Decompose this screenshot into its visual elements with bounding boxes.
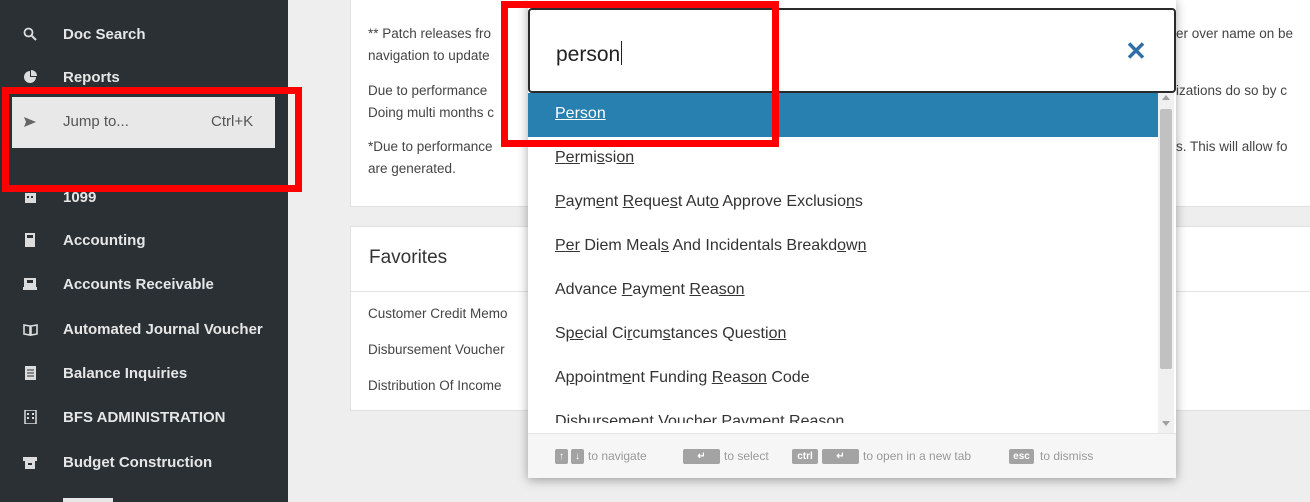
result-item[interactable]: Person xyxy=(528,93,1158,137)
sidebar-item-label: Accounts Receivable xyxy=(63,275,214,293)
result-label: Appointment Funding Reason Code xyxy=(555,369,810,386)
cabinet-icon xyxy=(22,454,38,470)
ledger-icon xyxy=(22,365,38,381)
sidebar-item-label: BFS ADMINISTRATION xyxy=(63,408,226,426)
search-icon xyxy=(22,26,38,42)
scrollbar-thumb[interactable] xyxy=(1160,109,1172,369)
jump-to-dialog: person ✕ Person Permission Payment Reque… xyxy=(528,0,1176,478)
jump-to-label: Jump to... xyxy=(63,113,129,130)
enter-key-icon: ↵ xyxy=(683,449,720,464)
search-input[interactable]: person ✕ xyxy=(528,8,1176,93)
hint-text: to select xyxy=(724,449,769,463)
favorite-link[interactable]: Customer Credit Memo xyxy=(368,306,508,321)
sidebar-item-label: 1099 xyxy=(63,188,97,206)
notice-text-right: izations do so by c xyxy=(1176,83,1288,98)
text-caret xyxy=(621,41,623,65)
calendar-icon xyxy=(22,189,38,205)
sidebar-item-label: Doc Search xyxy=(63,25,146,43)
ctrl-key-icon: ctrl xyxy=(792,449,818,464)
sidebar-item-accounts-receivable[interactable]: Accounts Receivable xyxy=(0,262,288,306)
close-icon[interactable]: ✕ xyxy=(1123,38,1149,64)
scroll-up-arrow-icon[interactable] xyxy=(1162,95,1170,100)
notice-text: *Due to performance xyxy=(368,139,493,154)
notice-text: ** Patch releases fro xyxy=(368,26,492,41)
keyboard-hints: ↑ ↓ to navigate ↵ to select ctrl ↵ to op… xyxy=(528,433,1176,478)
result-label: Payment Request Auto Approve Exclusions xyxy=(555,193,863,210)
favorite-link[interactable]: Distribution Of Income xyxy=(368,378,502,393)
jump-to-shortcut: Ctrl+K xyxy=(211,113,254,130)
hint-text: to dismiss xyxy=(1040,449,1094,463)
result-item[interactable]: Per Diem Meals And Incidentals Breakdown xyxy=(528,225,1158,269)
up-arrow-key-icon: ↑ xyxy=(555,449,568,464)
sidebar-item-label: Accounting xyxy=(63,231,146,249)
favorite-link[interactable]: Disbursement Voucher xyxy=(368,342,505,357)
building-icon xyxy=(22,409,38,425)
scrollbar[interactable] xyxy=(1158,93,1174,433)
hint-text: to navigate xyxy=(588,449,647,463)
down-arrow-key-icon: ↓ xyxy=(571,449,584,464)
result-item[interactable]: Disbursement Voucher Payment Reason xyxy=(528,401,1158,423)
jump-to-button[interactable]: Jump to... Ctrl+K xyxy=(12,97,275,148)
sidebar-item-label: Reports xyxy=(63,68,120,86)
notice-text: Doing multi months c xyxy=(368,105,495,120)
esc-key-icon: esc xyxy=(1009,449,1034,464)
sidebar-item-accounting[interactable]: Accounting xyxy=(0,218,288,262)
result-label: Permission xyxy=(555,149,635,166)
sidebar-item-balance-inquiries[interactable]: Balance Inquiries xyxy=(0,351,288,395)
result-item[interactable]: Payment Request Auto Approve Exclusions xyxy=(528,181,1158,225)
sidebar: Doc Search Reports Jump to... Ctrl+K 109… xyxy=(0,0,288,502)
notice-text-right: s. This will allow fo xyxy=(1176,139,1288,154)
notice-text-right: er over name on be xyxy=(1176,26,1294,41)
send-icon xyxy=(22,114,38,130)
hint-text: to open in a new tab xyxy=(863,449,972,463)
notice-text: navigation to update xyxy=(368,48,490,63)
result-item[interactable]: Advance Payment Reason xyxy=(528,269,1158,313)
result-label: Special Circumstances Question xyxy=(555,325,787,342)
result-item[interactable]: Permission xyxy=(528,137,1158,181)
result-label: Person xyxy=(555,105,606,122)
calculator-icon xyxy=(22,232,38,248)
pie-chart-icon xyxy=(22,69,38,85)
sidebar-item-partial xyxy=(63,492,123,502)
register-icon xyxy=(22,276,38,292)
notice-text: are generated. xyxy=(368,161,456,176)
result-label: Per Diem Meals And Incidentals Breakdown xyxy=(555,237,867,254)
result-label: Advance Payment Reason xyxy=(555,281,745,298)
sidebar-item-budget-construction[interactable]: Budget Construction xyxy=(0,440,288,484)
sidebar-item-label: Budget Construction xyxy=(63,453,213,471)
favorites-title: Favorites xyxy=(369,247,448,268)
result-label: Disbursement Voucher Payment Reason xyxy=(555,413,845,423)
scroll-down-arrow-icon[interactable] xyxy=(1162,421,1170,426)
results-list: Person Permission Payment Request Auto A… xyxy=(528,93,1158,423)
sidebar-item-label: Balance Inquiries xyxy=(63,364,188,382)
enter-key-icon: ↵ xyxy=(822,449,859,464)
sidebar-item-1099[interactable]: 1099 xyxy=(0,175,288,219)
search-query[interactable]: person xyxy=(556,41,623,67)
result-item[interactable]: Appointment Funding Reason Code xyxy=(528,357,1158,401)
result-item[interactable]: Special Circumstances Question xyxy=(528,313,1158,357)
notice-text: Due to performance xyxy=(368,83,488,98)
sidebar-item-reports[interactable]: Reports xyxy=(0,55,288,99)
sidebar-item-bfs-administration[interactable]: BFS ADMINISTRATION xyxy=(0,395,288,439)
sidebar-item-automated-journal-voucher[interactable]: Automated Journal Voucher xyxy=(0,307,288,351)
book-icon xyxy=(22,321,38,337)
sidebar-item-label: Automated Journal Voucher xyxy=(63,320,263,338)
sidebar-item-doc-search[interactable]: Doc Search xyxy=(0,12,288,56)
